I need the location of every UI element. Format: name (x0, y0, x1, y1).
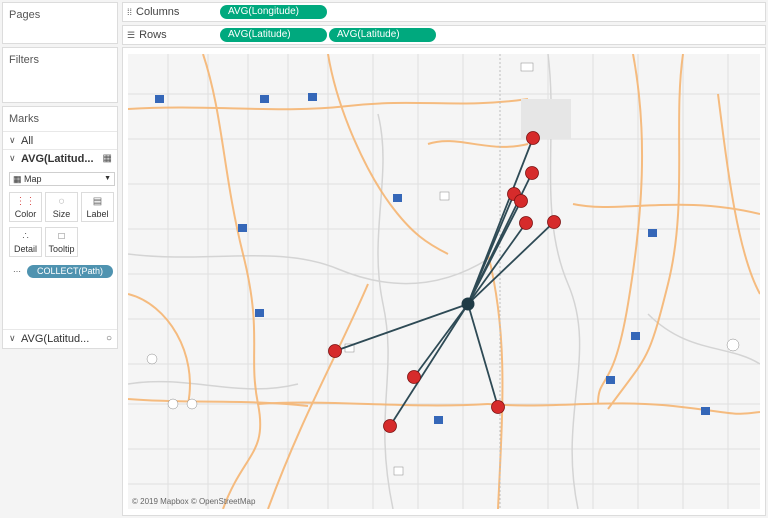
interstate-shield-icon (606, 376, 615, 384)
marks-title: Marks (9, 113, 39, 125)
marks-layer1-label: AVG(Latitud... (21, 152, 94, 165)
path-icon: ⋯ (13, 267, 21, 276)
label-icon: ▤ (92, 196, 103, 207)
marks-all-label: All (21, 134, 34, 147)
latitude-pill-2[interactable]: AVG(Latitude) (329, 28, 436, 42)
interstate-shield-icon (238, 224, 247, 232)
color-icon: ⋮⋮ (15, 196, 36, 207)
marks-layer1-row[interactable]: ∨ AVG(Latitud... ▦ (3, 149, 117, 167)
street-grid (128, 54, 760, 509)
mark-type-value: Map (24, 174, 42, 184)
us-shield-icon (393, 466, 404, 476)
columns-label-text: Columns (136, 6, 180, 18)
rows-label-text: Rows (139, 29, 167, 41)
columns-shelf-label: ⁞⁞ Columns (127, 6, 179, 18)
path-lines (334, 137, 555, 427)
interstate-shield-icon (434, 416, 443, 424)
chevron-down-icon: ▼ (104, 175, 111, 182)
pages-card[interactable]: Pages (2, 2, 118, 44)
mark-type-select[interactable]: ▦ Map ▼ (9, 172, 115, 186)
destination-point[interactable] (328, 344, 342, 358)
rows-icon: ☰ (127, 30, 136, 40)
marks-layer2-label: AVG(Latitud... (21, 332, 90, 345)
color-button[interactable]: ⋮⋮ Color (9, 192, 42, 222)
rows-shelf-label: ☰ Rows (127, 29, 167, 41)
tooltip-icon: □ (58, 231, 65, 242)
interstate-shield-icon (701, 407, 710, 415)
left-panel: Pages Filters Marks ∨ All ∨ AVG(Latitud.… (0, 0, 120, 518)
marks-card: Marks ∨ All ∨ AVG(Latitud... ▦ ▦ Map ▼ ⋮… (2, 106, 118, 349)
state-shield-icon (146, 353, 158, 365)
path-points[interactable] (328, 131, 561, 433)
destination-point[interactable] (525, 166, 539, 180)
interstate-shield-icon (308, 93, 317, 101)
destination-point[interactable] (526, 131, 540, 145)
rows-shelf[interactable]: ☰ Rows AVG(Latitude) AVG(Latitude) (122, 25, 766, 45)
map-view: © 2019 Mapbox © OpenStreetMap (122, 47, 766, 516)
map-icon: ▦ (102, 153, 112, 164)
interstate-shield-icon (155, 95, 164, 103)
tooltip-label: Tooltip (48, 244, 75, 254)
filters-title: Filters (9, 54, 39, 66)
detail-button[interactable]: ∴ Detail (9, 227, 42, 257)
tooltip-button[interactable]: □ Tooltip (45, 227, 78, 257)
columns-shelf[interactable]: ⁞⁞ Columns AVG(Longitude) (122, 2, 766, 22)
interstate-shield-icon (260, 95, 269, 103)
size-button[interactable]: ◌ Size (45, 192, 78, 222)
interstate-shield-icon (393, 194, 402, 202)
interstate-shield-icon (255, 309, 264, 317)
size-label: Size (52, 209, 71, 219)
map-svg[interactable] (128, 54, 760, 509)
path-line (413, 303, 469, 378)
map-type-icon: ▦ (13, 174, 25, 184)
collect-path-pill[interactable]: COLLECT(Path) (27, 265, 113, 278)
path-line (389, 303, 469, 427)
detail-label: Detail (13, 244, 37, 254)
pages-title: Pages (9, 9, 41, 21)
us-shield-icon (520, 62, 534, 72)
state-shield-icon (726, 338, 740, 352)
state-shield-icon (186, 398, 198, 410)
marks-all-row[interactable]: ∨ All (3, 131, 117, 149)
filters-card[interactable]: Filters (2, 47, 118, 103)
circle-icon: ○ (105, 333, 112, 344)
destination-point[interactable] (383, 419, 397, 433)
secondary-roads (128, 54, 760, 509)
marks-layer2-row[interactable]: ∨ AVG(Latitud... ○ (3, 329, 117, 347)
state-shield-icon (167, 398, 179, 410)
chevron-down-icon: ∨ (9, 135, 16, 145)
destination-point[interactable] (491, 400, 505, 414)
map-attribution: © 2019 Mapbox © OpenStreetMap (132, 497, 256, 506)
destination-point[interactable] (547, 215, 561, 229)
origin-hub-point[interactable] (461, 297, 475, 311)
highways (128, 54, 760, 509)
interstate-shield-icon (631, 332, 640, 340)
label-label: Label (86, 209, 109, 219)
columns-icon: ⁞⁞ (127, 7, 133, 17)
chevron-down-icon: ∨ (9, 333, 16, 343)
map-area[interactable]: © 2019 Mapbox © OpenStreetMap (128, 54, 760, 509)
label-button[interactable]: ▤ Label (81, 192, 114, 222)
destination-point[interactable] (519, 216, 533, 230)
longitude-pill[interactable]: AVG(Longitude) (220, 5, 327, 19)
interstate-shield-icon (648, 229, 657, 237)
size-icon: ◌ (58, 196, 65, 207)
road-shields (146, 62, 740, 476)
color-label: Color (14, 209, 37, 219)
destination-point[interactable] (514, 194, 528, 208)
us-shield-icon (439, 191, 450, 201)
detail-icon: ∴ (22, 231, 29, 242)
chevron-down-icon: ∨ (9, 153, 16, 163)
latitude-pill-1[interactable]: AVG(Latitude) (220, 28, 327, 42)
destination-point[interactable] (407, 370, 421, 384)
